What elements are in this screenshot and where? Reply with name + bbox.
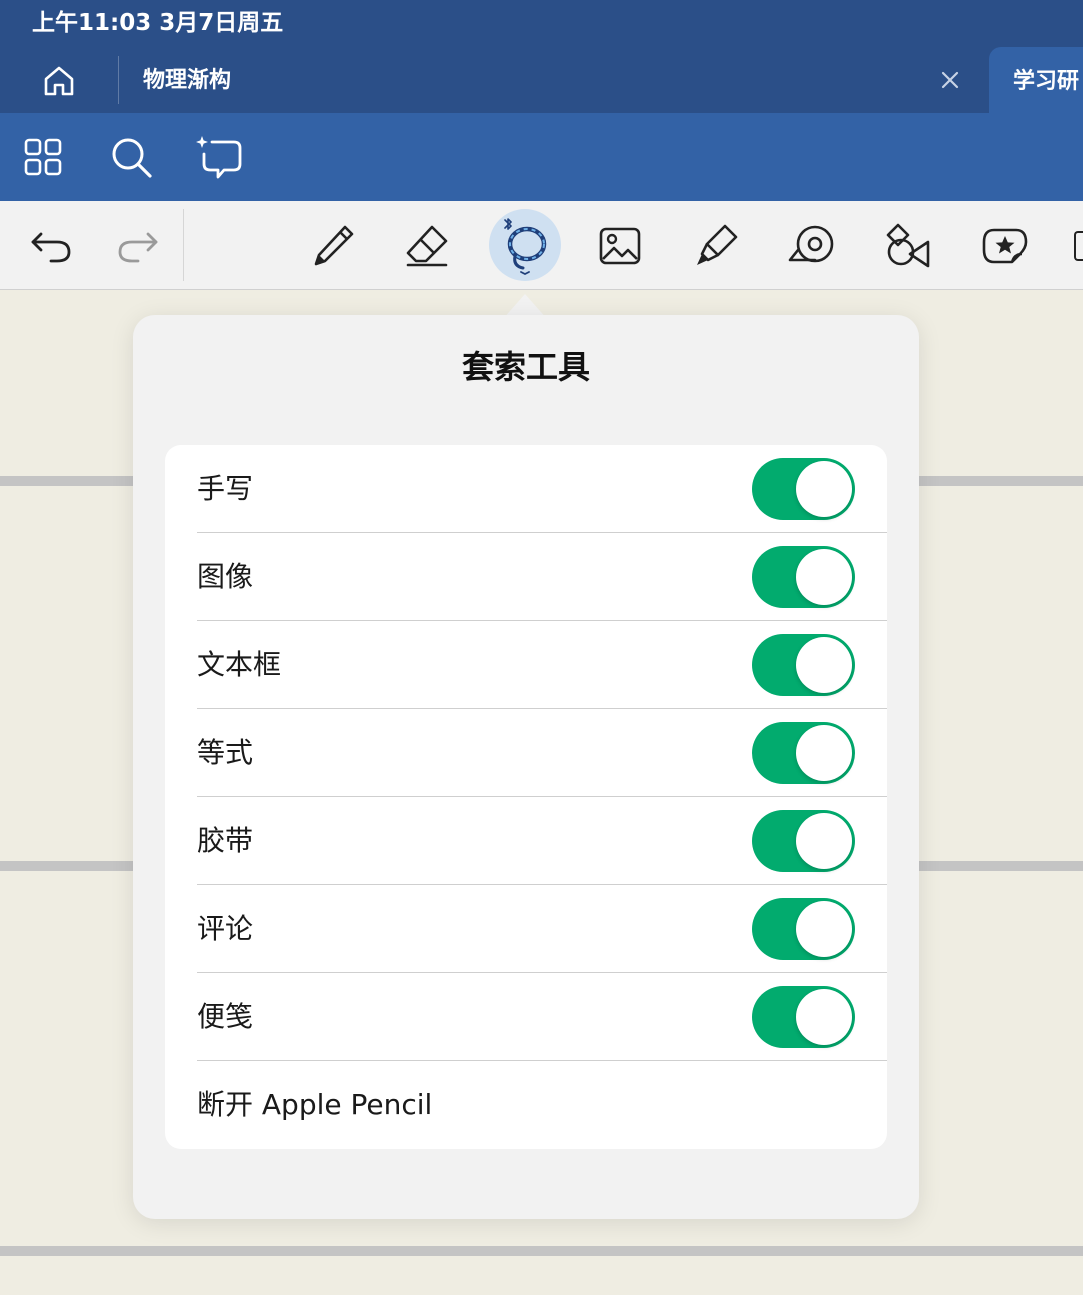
- search-button[interactable]: [105, 131, 157, 183]
- option-label: 图像: [197, 560, 254, 593]
- grid-icon: [24, 138, 62, 176]
- page-rule-line: [0, 1246, 1083, 1256]
- tape-icon: [788, 225, 834, 263]
- home-icon: [44, 66, 74, 96]
- popover-title: 套索工具: [461, 348, 590, 386]
- toggle-knob: [796, 461, 852, 517]
- option-row-sticky-note: 便笺: [165, 973, 887, 1061]
- option-label: 文本框: [197, 648, 282, 681]
- shapes-tool-button[interactable]: [880, 218, 936, 274]
- equation-toggle[interactable]: [752, 722, 855, 784]
- option-row-textbox: 文本框: [165, 621, 887, 709]
- overflow-tool-button[interactable]: [1074, 231, 1083, 261]
- search-icon: [112, 138, 152, 178]
- toggle-knob: [796, 989, 852, 1045]
- close-icon: [941, 71, 959, 89]
- pen-icon: [314, 225, 354, 266]
- image-toggle[interactable]: [752, 546, 855, 608]
- tape-tool-button[interactable]: [784, 218, 840, 274]
- ai-chat-button[interactable]: [193, 131, 245, 183]
- ai-chat-icon: [196, 136, 242, 179]
- toolbar-separator: [183, 209, 184, 281]
- highlighter-icon: [697, 224, 738, 265]
- undo-icon: [31, 232, 71, 263]
- drawing-toolbar: [0, 201, 1083, 290]
- eraser-icon: [406, 225, 448, 267]
- grid-button[interactable]: [17, 131, 69, 183]
- eraser-tool-button[interactable]: [399, 218, 455, 274]
- tab-active-label: 学习研: [1013, 69, 1080, 94]
- handwriting-toggle[interactable]: [752, 458, 855, 520]
- option-row-image: 图像: [165, 533, 887, 621]
- option-label: 胶带: [197, 824, 254, 857]
- toggle-knob: [796, 549, 852, 605]
- toggle-knob: [796, 637, 852, 693]
- sticker-icon: [982, 228, 1028, 264]
- tab-active[interactable]: 学习研: [989, 47, 1083, 113]
- image-icon: [599, 227, 641, 265]
- undo-button[interactable]: [23, 218, 79, 274]
- home-button[interactable]: [30, 56, 88, 106]
- notebook-toolbar: [0, 113, 1083, 201]
- comment-toggle[interactable]: [752, 898, 855, 960]
- option-label: 手写: [197, 472, 254, 505]
- redo-button[interactable]: [110, 218, 166, 274]
- lasso-settings-popover: 套索工具 手写 图像 文本框 等式 胶带 评论 便笺 断开 Apple Penc…: [133, 315, 919, 1219]
- option-label: 等式: [197, 736, 254, 769]
- option-row-comment: 评论: [165, 885, 887, 973]
- sticky-note-toggle[interactable]: [752, 986, 855, 1048]
- lasso-options-list: 手写 图像 文本框 等式 胶带 评论 便笺 断开 Apple Pencil: [165, 445, 887, 1149]
- option-row-tape: 胶带: [165, 797, 887, 885]
- sticker-tool-button[interactable]: [977, 218, 1033, 274]
- disconnect-apple-pencil-button[interactable]: 断开 Apple Pencil: [165, 1061, 887, 1149]
- tab-title[interactable]: 物理渐构: [143, 64, 231, 98]
- tab-divider: [118, 56, 119, 104]
- option-label: 便笺: [197, 1000, 254, 1033]
- toggle-knob: [796, 813, 852, 869]
- tape-toggle[interactable]: [752, 810, 855, 872]
- textbox-toggle[interactable]: [752, 634, 855, 696]
- pen-tool-button[interactable]: [305, 218, 361, 274]
- status-time: 上午11:03 3月7日周五: [32, 10, 284, 36]
- image-tool-button[interactable]: [592, 218, 648, 274]
- toggle-knob: [796, 901, 852, 957]
- highlighter-tool-button[interactable]: [688, 218, 744, 274]
- header-bar: 上午11:03 3月7日周五 物理渐构 学习研: [0, 0, 1083, 113]
- shapes-icon: [886, 223, 930, 268]
- lasso-tool-button[interactable]: [497, 218, 553, 276]
- option-row-handwriting: 手写: [165, 445, 887, 533]
- disconnect-label: 断开 Apple Pencil: [197, 1088, 433, 1121]
- toggle-knob: [796, 725, 852, 781]
- tab-close-button[interactable]: [932, 62, 968, 98]
- redo-icon: [118, 232, 158, 263]
- option-label: 评论: [197, 912, 254, 945]
- lasso-icon: [504, 218, 547, 276]
- option-row-equation: 等式: [165, 709, 887, 797]
